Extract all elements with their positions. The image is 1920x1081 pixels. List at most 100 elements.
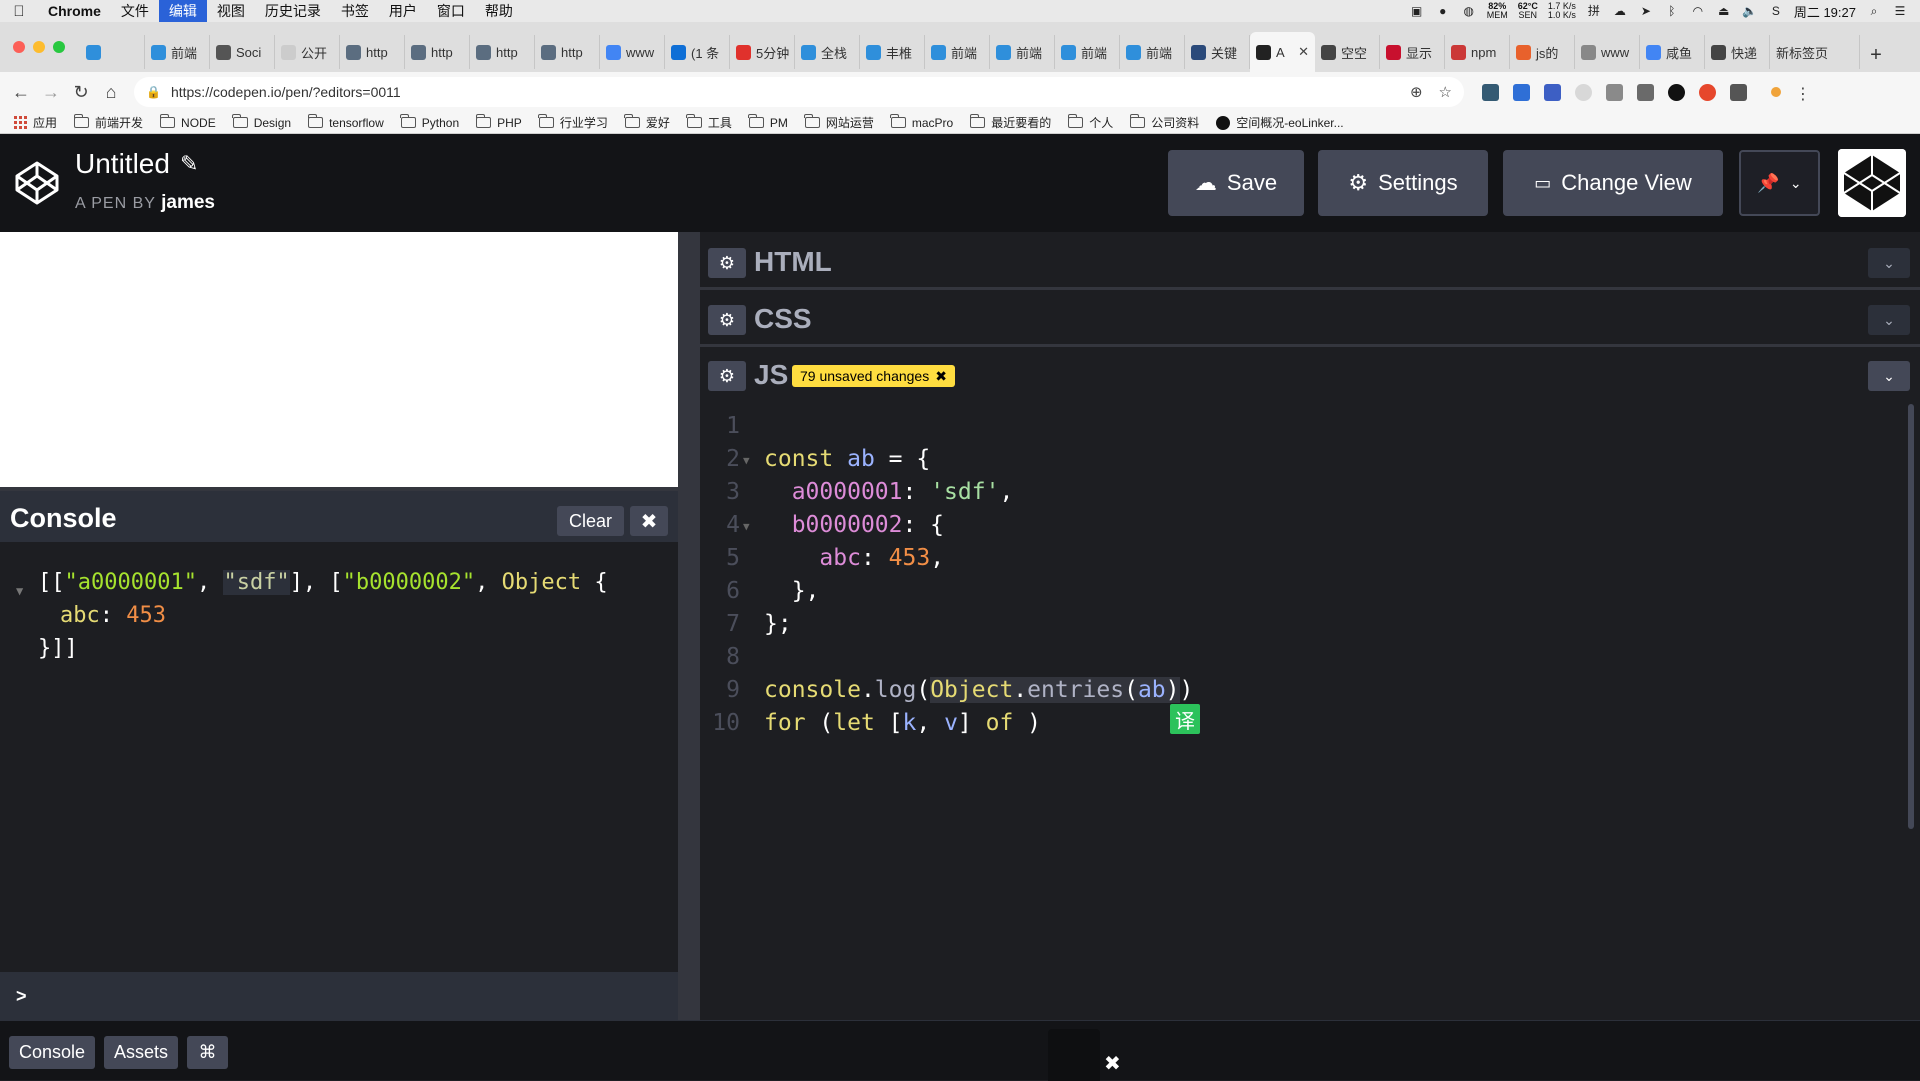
- bookmark-item[interactable]: 空间概况-eoLinker...: [1216, 114, 1344, 131]
- fold-arrow-icon[interactable]: ▼: [743, 454, 750, 467]
- tab-close-icon[interactable]: ✕: [1298, 44, 1309, 60]
- tab[interactable]: www: [600, 35, 665, 69]
- input-method-icon[interactable]: 拼: [1586, 4, 1602, 18]
- tab[interactable]: 前端: [145, 35, 210, 69]
- url-text[interactable]: https://codepen.io/pen/?editors=0011: [171, 84, 401, 100]
- menu-item-history[interactable]: 历史记录: [255, 0, 331, 22]
- keyboard-shortcuts-button[interactable]: ⌘: [187, 1036, 228, 1069]
- profile-indicator-icon[interactable]: [1771, 87, 1781, 97]
- tab[interactable]: 显示: [1380, 35, 1445, 69]
- js-code-editor[interactable]: 1 2 3 4 5 6 7 8 9 10 ▼ ▼ const ab = { a0…: [700, 404, 1920, 1020]
- bookmark-star-icon[interactable]: ☆: [1439, 83, 1452, 101]
- avatar[interactable]: [1838, 149, 1906, 217]
- tab[interactable]: 全栈: [795, 35, 860, 69]
- menu-item-file[interactable]: 文件: [111, 0, 159, 22]
- menu-item-edit[interactable]: 编辑: [158, 0, 207, 22]
- change-view-button[interactable]: ▭ Change View: [1503, 150, 1723, 216]
- tab[interactable]: 丰椎: [860, 35, 925, 69]
- tab[interactable]: 关键: [1185, 35, 1250, 69]
- new-tab-button[interactable]: +: [1860, 38, 1892, 72]
- tab[interactable]: www: [1575, 35, 1640, 69]
- close-console-button[interactable]: ✖: [630, 506, 668, 536]
- expand-triangle-icon[interactable]: ▼: [16, 575, 23, 608]
- tab[interactable]: http: [470, 35, 535, 69]
- wifi-icon[interactable]: ◠: [1690, 4, 1706, 18]
- lock-icon[interactable]: 🔒: [146, 85, 161, 99]
- bookmark-item[interactable]: Design: [232, 114, 291, 130]
- close-icon[interactable]: ✖: [1104, 1051, 1121, 1076]
- back-button[interactable]: ←: [6, 82, 36, 103]
- tab[interactable]: 前端: [925, 35, 990, 69]
- close-window-button[interactable]: [13, 41, 25, 53]
- sync-icon[interactable]: S: [1768, 4, 1784, 18]
- spotlight-search-icon[interactable]: ⌕: [1866, 4, 1882, 18]
- minimize-window-button[interactable]: [33, 41, 45, 53]
- bookmark-item[interactable]: PHP: [475, 114, 522, 130]
- editor-scrollbar[interactable]: [1908, 404, 1914, 829]
- bookmark-item[interactable]: 个人: [1067, 114, 1113, 131]
- close-icon[interactable]: ✖: [935, 368, 947, 385]
- extension-icon-1[interactable]: [1482, 83, 1499, 101]
- pen-title-text[interactable]: Untitled: [75, 148, 170, 180]
- tab[interactable]: http: [405, 35, 470, 69]
- result-preview-pane[interactable]: [0, 232, 678, 487]
- apple-menu-icon[interactable]: : [0, 3, 38, 20]
- console-input[interactable]: >: [0, 972, 678, 1020]
- zoom-icon[interactable]: ⊕: [1410, 83, 1423, 101]
- bluetooth-icon[interactable]: ᛒ: [1664, 4, 1680, 18]
- js-collapse-chevron-icon[interactable]: ⌄: [1868, 361, 1910, 391]
- js-editor-header[interactable]: ⚙ JS 79 unsaved changes ✖ ⌄: [700, 351, 1920, 403]
- eject-icon[interactable]: ⏏: [1716, 4, 1732, 18]
- menu-item-view[interactable]: 视图: [207, 0, 255, 22]
- menu-item-window[interactable]: 窗口: [427, 0, 475, 22]
- tab[interactable]: npm: [1445, 35, 1510, 69]
- tab[interactable]: 5分钟: [730, 35, 795, 69]
- bookmark-item[interactable]: 公司资料: [1129, 114, 1199, 131]
- extension-icon-9[interactable]: [1730, 83, 1747, 101]
- bookmark-item[interactable]: tensorflow: [307, 114, 384, 130]
- bookmark-item[interactable]: 工具: [686, 114, 732, 131]
- pin-dropdown-button[interactable]: 📌 ⌄: [1739, 150, 1820, 216]
- home-button[interactable]: ⌂: [96, 82, 126, 103]
- extension-icon-3[interactable]: [1544, 83, 1561, 101]
- tab[interactable]: 快递: [1705, 35, 1770, 69]
- assets-button[interactable]: Assets: [104, 1036, 178, 1069]
- css-editor-header[interactable]: ⚙ CSS ⌄: [700, 295, 1920, 347]
- menu-item-user[interactable]: 用户: [379, 0, 427, 22]
- extension-icon-5[interactable]: [1606, 83, 1623, 101]
- maximize-window-button[interactable]: [53, 41, 65, 53]
- html-collapse-chevron-icon[interactable]: ⌄: [1868, 248, 1910, 278]
- cloud-icon[interactable]: ☁: [1612, 4, 1628, 18]
- extension-icon-8[interactable]: [1699, 83, 1716, 101]
- codepen-logo-icon[interactable]: [14, 160, 60, 206]
- screen-recorder-thumbnail[interactable]: [1048, 1029, 1100, 1081]
- bookmark-item[interactable]: Python: [400, 114, 459, 130]
- volume-icon[interactable]: 🔈: [1742, 4, 1758, 18]
- tab-active[interactable]: A ✕: [1250, 32, 1315, 72]
- location-icon[interactable]: ➤: [1638, 4, 1654, 18]
- pen-title[interactable]: Untitled ✎: [75, 148, 198, 180]
- author-name[interactable]: james: [161, 192, 215, 213]
- extension-icon-4[interactable]: [1575, 83, 1592, 101]
- css-settings-gear-icon[interactable]: ⚙: [708, 305, 746, 335]
- translate-button[interactable]: 译: [1170, 704, 1200, 734]
- bookmark-item[interactable]: macPro: [890, 114, 953, 130]
- menu-app-name[interactable]: Chrome: [38, 0, 111, 22]
- tab[interactable]: 新标签页: [1770, 35, 1860, 69]
- tab[interactable]: 咸鱼: [1640, 35, 1705, 69]
- bookmark-item[interactable]: 网站运营: [804, 114, 874, 131]
- html-editor-header[interactable]: ⚙ HTML ⌄: [700, 238, 1920, 290]
- bookmark-item[interactable]: 最近要看的: [969, 114, 1051, 131]
- notification-center-icon[interactable]: ☰: [1892, 4, 1908, 18]
- wechat-icon[interactable]: ◍: [1461, 4, 1477, 18]
- edit-pencil-icon[interactable]: ✎: [180, 151, 198, 177]
- tab[interactable]: 空空: [1315, 35, 1380, 69]
- menu-item-bookmarks[interactable]: 书签: [331, 0, 379, 22]
- extension-icon-7[interactable]: [1668, 83, 1685, 101]
- pane-resize-divider[interactable]: [678, 232, 700, 1020]
- clock[interactable]: 周二 19:27: [1794, 2, 1856, 21]
- url-omnibox[interactable]: 🔒 https://codepen.io/pen/?editors=0011 ⊕…: [134, 77, 1464, 107]
- app-status-icon[interactable]: ●: [1435, 4, 1451, 18]
- chrome-menu-icon[interactable]: ⋮: [1795, 84, 1811, 103]
- extension-icon-6[interactable]: [1637, 83, 1654, 101]
